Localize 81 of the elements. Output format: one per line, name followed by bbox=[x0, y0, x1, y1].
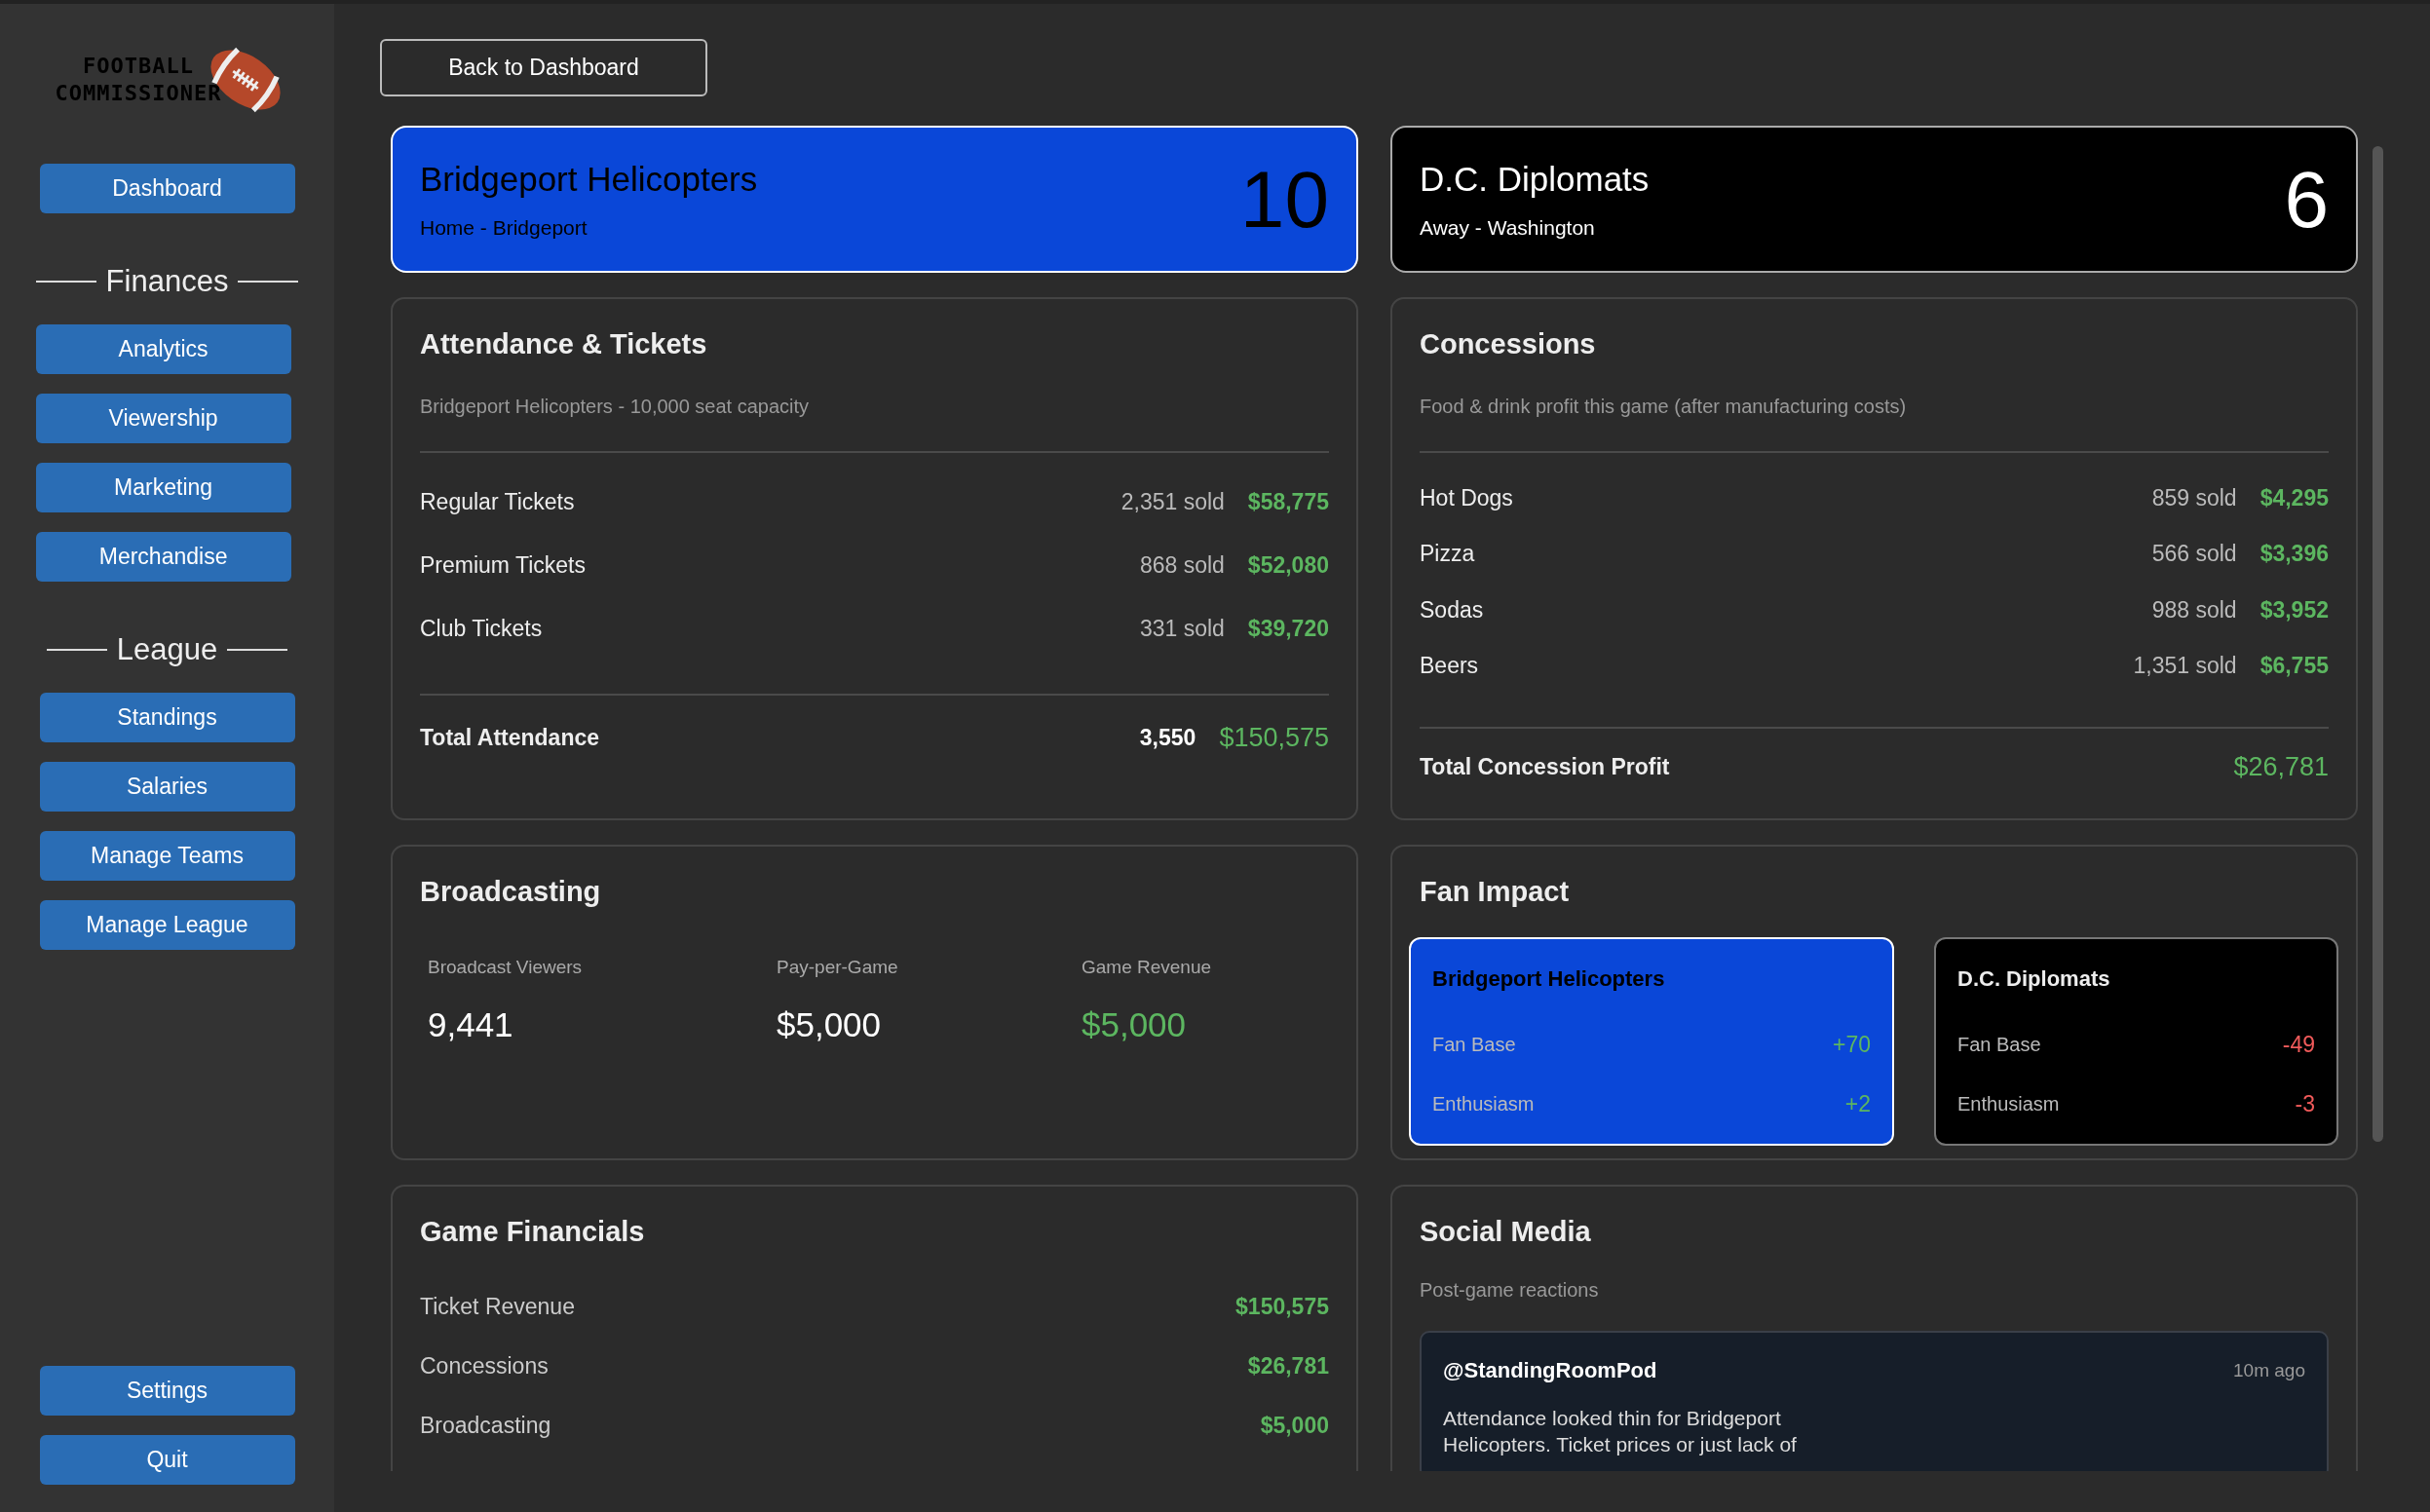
nav-button[interactable]: Analytics bbox=[35, 324, 291, 374]
sold-count: 1,351 sold bbox=[2133, 652, 2237, 679]
sold-count: 988 sold bbox=[2151, 596, 2237, 624]
sold-count: 566 sold bbox=[2151, 541, 2237, 568]
nav-button[interactable]: Merchandise bbox=[35, 532, 291, 582]
amount: $5,000 bbox=[1260, 1413, 1329, 1439]
section-heading: League bbox=[116, 632, 218, 667]
sold-count: 331 sold bbox=[1139, 616, 1225, 642]
post-handle: @StandingRoomPod bbox=[1443, 1358, 1657, 1383]
row-label: Club Tickets bbox=[420, 616, 544, 642]
nav-button[interactable]: Standings bbox=[39, 693, 295, 742]
card-subtitle: Post-game reactions bbox=[1420, 1279, 1600, 1302]
total-label: Total Attendance bbox=[420, 724, 600, 751]
row-label: Broadcasting bbox=[420, 1413, 552, 1439]
amount: $3,396 bbox=[2259, 541, 2329, 568]
sold-count: 859 sold bbox=[2151, 484, 2237, 511]
stat-change: +2 bbox=[1844, 1091, 1871, 1117]
row-label: Concessions bbox=[420, 1353, 550, 1380]
row-label: Beers bbox=[1420, 652, 1480, 679]
stat-label: Broadcast Viewers bbox=[428, 957, 584, 978]
section-heading: Finances bbox=[105, 264, 229, 299]
stat-change: +70 bbox=[1833, 1032, 1871, 1058]
row-label: Pizza bbox=[1420, 541, 1476, 568]
total-label: Total Concession Profit bbox=[1420, 754, 1671, 781]
nav-button[interactable]: Manage League bbox=[39, 900, 295, 950]
sold-count: 2,351 sold bbox=[1120, 489, 1225, 515]
amount: $150,575 bbox=[1235, 1294, 1329, 1320]
card-subtitle: Food & drink profit this game (after manufacturing costs) bbox=[1420, 396, 1908, 418]
amount: $39,720 bbox=[1247, 616, 1329, 642]
total-amount: $26,781 bbox=[2233, 752, 2329, 783]
amount: $3,952 bbox=[2259, 596, 2329, 624]
total-count: 3,550 bbox=[1139, 724, 1196, 751]
team-score: 10 bbox=[1239, 153, 1329, 246]
nav-button[interactable]: Settings bbox=[39, 1366, 295, 1416]
card-title: Social Media bbox=[1420, 1216, 1592, 1248]
amount: $58,775 bbox=[1247, 489, 1329, 515]
post-time: 10m ago bbox=[2233, 1360, 2305, 1381]
nav-button[interactable]: Salaries bbox=[39, 762, 295, 812]
team-name: Bridgeport Helicopters bbox=[1432, 966, 1666, 992]
stat-change: -49 bbox=[2282, 1032, 2315, 1058]
amount: $6,755 bbox=[2259, 652, 2329, 679]
card-subtitle: Bridgeport Helicopters - 10,000 seat capacity bbox=[420, 396, 811, 418]
row-label: Premium Tickets bbox=[420, 552, 587, 579]
row-label: Sodas bbox=[1420, 596, 1485, 624]
stat-label: Enthusiasm bbox=[1957, 1093, 2060, 1115]
nav-button[interactable]: Marketing bbox=[35, 463, 291, 512]
stat-value: $5,000 bbox=[1082, 1005, 1188, 1044]
row-label: Ticket Revenue bbox=[420, 1294, 576, 1320]
card-title: Broadcasting bbox=[420, 876, 602, 908]
card-title: Concessions bbox=[1420, 328, 1597, 360]
nav-button[interactable]: Quit bbox=[39, 1435, 295, 1485]
team-location: Home - Bridgeport bbox=[420, 215, 589, 240]
stat-label: Game Revenue bbox=[1082, 957, 1212, 978]
total-amount: $150,575 bbox=[1219, 722, 1329, 753]
sold-count: 868 sold bbox=[1139, 552, 1225, 579]
stat-value: 9,441 bbox=[428, 1005, 514, 1044]
team-name: Bridgeport Helicopters bbox=[420, 159, 758, 199]
back-button[interactable]: Back to Dashboard bbox=[380, 39, 707, 96]
team-score: 6 bbox=[2284, 153, 2329, 246]
team-name: D.C. Diplomats bbox=[1957, 966, 2111, 992]
stat-label: Pay-per-Game bbox=[777, 957, 899, 978]
amount: $26,781 bbox=[1247, 1353, 1329, 1380]
nav-button[interactable]: Dashboard bbox=[39, 164, 295, 213]
nav-button[interactable]: Manage Teams bbox=[39, 831, 295, 881]
team-location: Away - Washington bbox=[1420, 215, 1596, 240]
stat-label: Fan Base bbox=[1432, 1034, 1516, 1056]
stat-value: $5,000 bbox=[777, 1005, 883, 1044]
amount: $52,080 bbox=[1247, 552, 1329, 579]
row-label: Hot Dogs bbox=[1420, 484, 1514, 511]
card-title: Fan Impact bbox=[1420, 876, 1571, 908]
post-text: Attendance looked thin for Bridgeport Helicopters. Ticket prices or just lack of bbox=[1443, 1406, 1798, 1457]
nav-button[interactable]: Viewership bbox=[35, 394, 291, 443]
scrollbar[interactable] bbox=[2373, 146, 2383, 1142]
stat-label: Enthusiasm bbox=[1432, 1093, 1535, 1115]
card-title: Attendance & Tickets bbox=[420, 328, 708, 360]
card-title: Game Financials bbox=[420, 1216, 646, 1248]
amount: $4,295 bbox=[2259, 484, 2329, 511]
stat-label: Fan Base bbox=[1957, 1034, 2041, 1056]
team-name: D.C. Diplomats bbox=[1420, 159, 1650, 199]
row-label: Regular Tickets bbox=[420, 489, 576, 515]
stat-change: -3 bbox=[2295, 1091, 2315, 1117]
